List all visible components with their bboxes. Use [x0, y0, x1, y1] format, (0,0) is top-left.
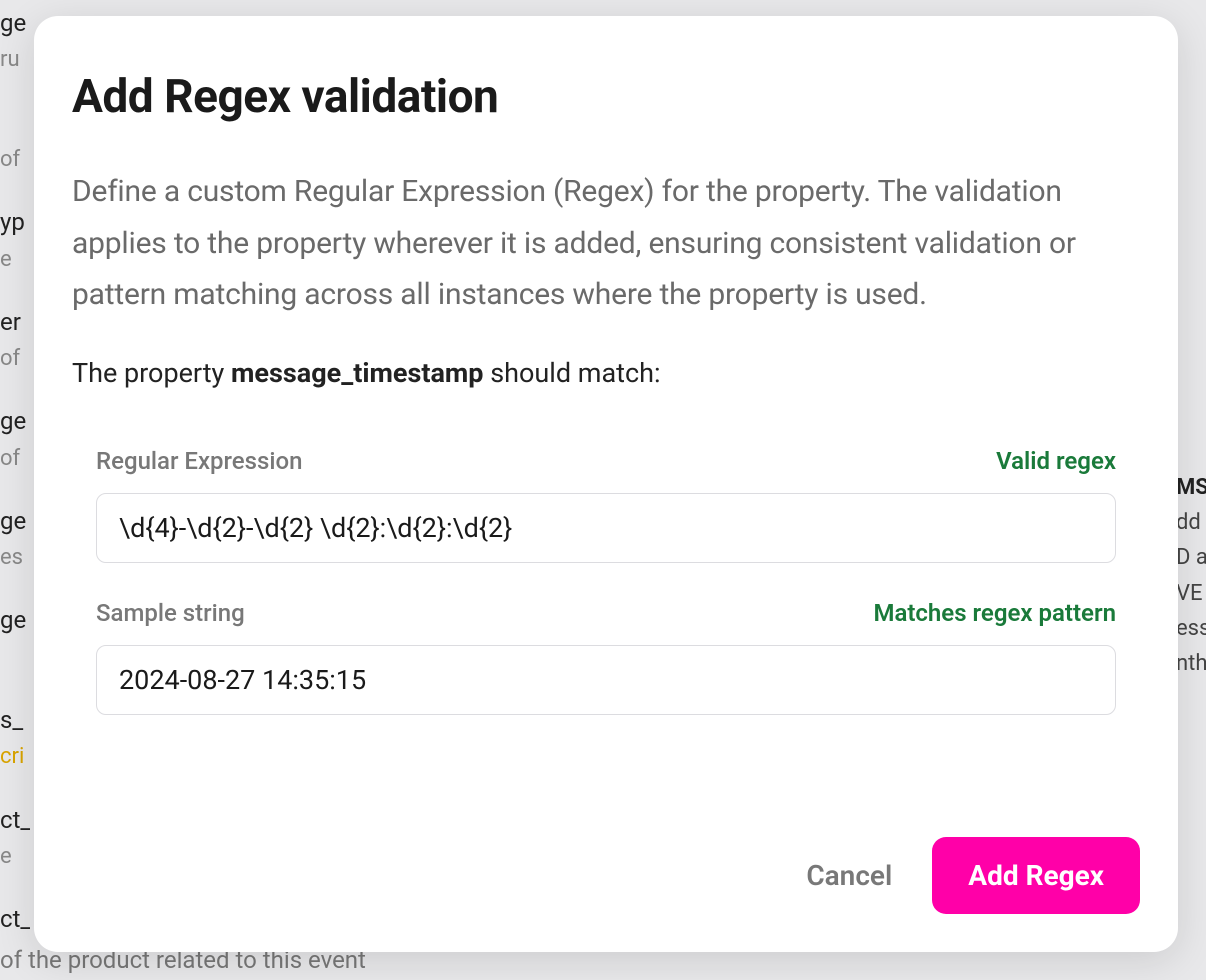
sample-input[interactable]	[96, 645, 1116, 715]
background-right-fragments: MSddD aVEessnth	[1176, 0, 1206, 980]
cancel-button[interactable]: Cancel	[802, 851, 896, 900]
add-regex-modal: Add Regex validation Define a custom Reg…	[34, 16, 1178, 952]
regex-label: Regular Expression	[96, 447, 302, 475]
modal-description: Define a custom Regular Expression (Rege…	[72, 166, 1140, 321]
background-left-fragments: geru ofypeerofgeofgeesge s_crict_ect_	[0, 0, 30, 980]
regex-input[interactable]	[96, 493, 1116, 563]
modal-title: Add Regex validation	[72, 70, 1140, 124]
sample-label: Sample string	[96, 599, 245, 627]
property-match-line: The property message_timestamp should ma…	[72, 357, 1140, 389]
regex-status: Valid regex	[996, 447, 1116, 475]
property-name: message_timestamp	[231, 357, 483, 389]
modal-actions: Cancel Add Regex	[802, 837, 1140, 914]
sample-status: Matches regex pattern	[873, 599, 1116, 627]
regex-field-header: Regular Expression Valid regex	[96, 447, 1116, 475]
sample-field-header: Sample string Matches regex pattern	[96, 599, 1116, 627]
sample-field-group: Sample string Matches regex pattern	[72, 599, 1140, 715]
property-prefix: The property	[72, 357, 231, 389]
regex-field-group: Regular Expression Valid regex	[72, 447, 1140, 563]
add-regex-button[interactable]: Add Regex	[932, 837, 1140, 914]
property-suffix: should match:	[484, 357, 661, 389]
